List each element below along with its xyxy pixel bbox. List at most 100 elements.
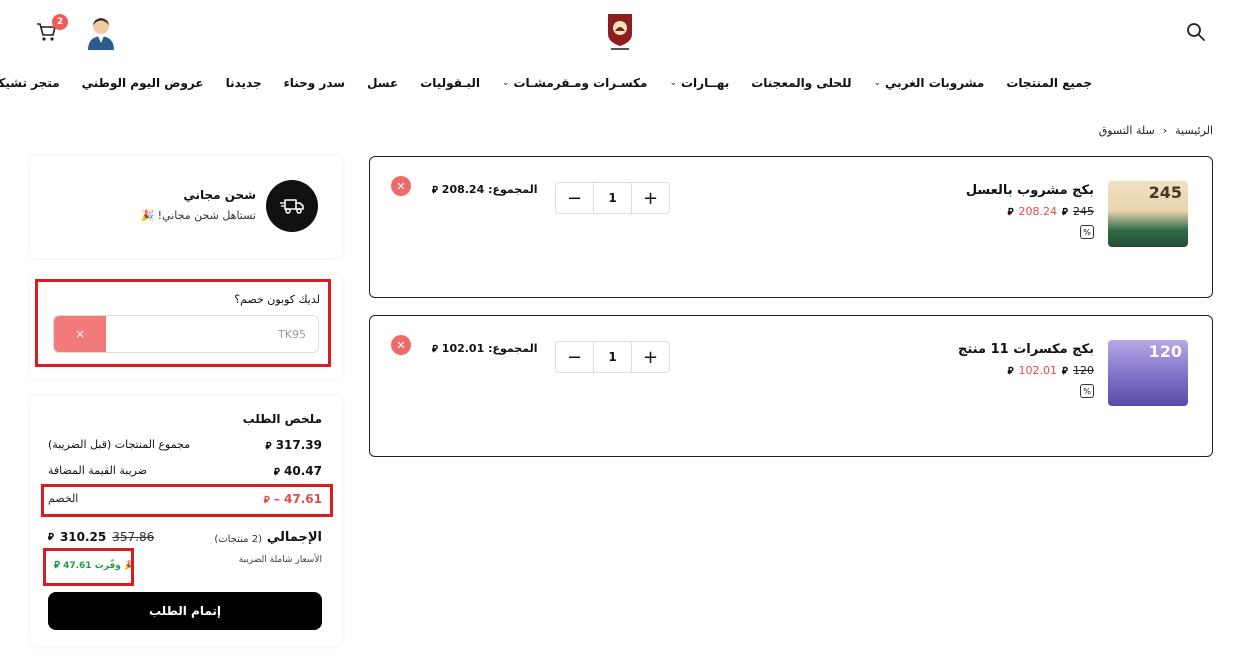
product-name[interactable]: بكج مكسرات 11 منتج [958,342,1094,357]
item-total-value: 208.24 [441,183,485,196]
breadcrumb-current: سلة التسوق [1098,124,1155,137]
item-total-value: 102.01 [441,342,485,355]
clear-coupon-button[interactable]: × [54,316,106,352]
currency-icon: ⃁ [1062,366,1068,377]
item-total: المجموع: 208.24 ⃁ [432,183,537,196]
nav-item-sidr-henna[interactable]: سدر وحناء [284,76,345,90]
thumbnail-price-text: 120 [1148,342,1182,361]
increase-button[interactable]: + [632,183,669,213]
discount-amount: – 47.61 [273,492,322,506]
savings-badge: 🎉 وفّرت 47.61 ⃁ [54,558,135,571]
total-old-value: 357.86 [112,530,155,544]
currency-icon: ⃁ [432,344,438,355]
store-logo[interactable] [606,12,634,52]
shipping-subtitle: تستاهل شحن مجاني! 🎉 [140,209,256,222]
nav-item-legumes[interactable]: البـقوليات [420,76,480,90]
decrease-button[interactable]: − [556,342,593,372]
subtotal-label: مجموع المنتجات (قبل الضريبة) [48,438,191,451]
discount-row: الخصم ⃁ – 47.61 [48,492,322,506]
nav-item-label: جميع المنتجات [1006,76,1092,90]
nav-item-national-day[interactable]: عروض اليوم الوطني [82,76,204,90]
chevron-down-icon: ⌄ [669,78,677,88]
thumbnail-price-text: 245 [1148,183,1182,202]
discount-label: الخصم [48,492,79,505]
old-price: 120 [1073,364,1094,377]
breadcrumb-home[interactable]: الرئيسية [1175,124,1213,137]
decrease-button[interactable]: − [556,183,593,213]
nav-item-drinks[interactable]: مشروبات الغربي ⌄ [873,76,984,90]
tax-inclusive-note: الأسعار شاملة الضريبة [238,555,322,565]
product-thumbnail[interactable]: 245 [1108,181,1188,247]
price-row: 245 ⃁ 208.24 ⃁ [1008,205,1094,218]
nav-item-label: عروض اليوم الوطني [81,76,204,90]
discount-value: ⃁ – 47.61 [264,492,322,506]
nav-item-label: للحلى والمعجنات [751,76,852,90]
item-total-label: المجموع: [488,183,538,196]
search-icon[interactable] [1186,22,1206,42]
chevron-down-icon: ⌄ [873,78,882,88]
nav-item-label: البـقوليات [420,76,480,90]
subtotal-row: مجموع المنتجات (قبل الضريبة) ⃁ 317.39 [48,438,322,452]
nav-item-tchiki-store[interactable]: متجر تشيكي [0,76,60,90]
remove-item-button[interactable]: ✕ [391,335,411,355]
currency-icon: ⃁ [1007,366,1014,377]
currency-icon: ⃁ [263,495,270,506]
currency-icon: ⃁ [265,441,272,452]
nav-item-sweets[interactable]: للحلى والمعجنات [751,76,851,90]
breadcrumb: الرئيسية › سلة التسوق [1099,124,1213,137]
free-shipping-card: شحن مجاني تستاهل شحن مجاني! 🎉 [30,156,342,258]
coupon-card: لديك كوبون خصم؟ × [30,275,342,379]
cart-count-badge: 2 [52,14,68,30]
old-price: 245 [1073,205,1094,218]
nav-item-label: جديدنا [225,76,262,90]
currency-icon: ⃁ [54,560,60,571]
nav-item-honey[interactable]: عسل [367,76,398,90]
user-avatar[interactable] [86,16,116,50]
checkout-button[interactable]: إتمام الطلب [48,592,322,630]
chevron-down-icon: ⌄ [501,78,510,88]
product-name[interactable]: بكج مشروب بالعسل [966,183,1094,198]
item-total-label: المجموع: [488,342,538,355]
quantity-stepper: − 1 + [555,341,670,373]
subtotal-value: ⃁ 317.39 [266,438,322,452]
nav-item-label: بهــارات [680,76,730,90]
nav-item-label: سدر وحناء [283,76,346,90]
vat-amount: 40.47 [284,464,322,478]
nav-item-spices[interactable]: بهــارات ⌄ [669,76,729,90]
nav-item-label: مشروبات الغربي [885,76,985,90]
site-header: 2 [0,0,1237,70]
quantity-stepper: − 1 + [555,182,670,214]
item-total: المجموع: 102.01 ⃁ [432,342,537,355]
total-label: الإجمالي [266,530,322,545]
nav-item-label: عسل [367,76,399,90]
vat-label: ضريبة القيمة المضافة [48,464,148,477]
price-row: 120 ⃁ 102.01 ⃁ [1008,364,1094,377]
nav-item-new[interactable]: جديدنا [226,76,262,90]
vat-value: ⃁ 40.47 [274,464,322,478]
nav-item-nuts[interactable]: مكسـرات ومـقرمشـات ⌄ [502,76,647,90]
tax-icon: % [1080,225,1094,239]
quantity-value[interactable]: 1 [593,342,632,372]
increase-button[interactable]: + [632,342,669,372]
new-price: 102.01 [1018,364,1058,377]
coupon-input[interactable] [106,316,318,352]
cart-item: 120 بكج مكسرات 11 منتج 120 ⃁ 102.01 ⃁ % … [369,315,1213,457]
new-price: 208.24 [1018,205,1058,218]
product-thumbnail[interactable]: 120 [1108,340,1188,406]
currency-icon: ⃁ [273,467,280,478]
nav-item-label: متجر تشيكي [0,76,60,90]
total-item-count: (2 منتجات) [214,534,262,545]
shipping-truck-icon [266,180,318,232]
tax-icon: % [1080,384,1094,398]
total-value: 310.25 [59,530,107,544]
quantity-value[interactable]: 1 [593,183,632,213]
nav-item-all-products[interactable]: جميع المنتجات [1006,76,1092,90]
order-summary-card: ملخص الطلب مجموع المنتجات (قبل الضريبة) … [30,396,342,646]
coupon-field: × [53,315,319,353]
currency-icon: ⃁ [432,185,438,196]
currency-icon: ⃁ [48,532,54,543]
remove-item-button[interactable]: ✕ [391,176,411,196]
main-nav: متجر تشيكي عروض اليوم الوطني جديدنا سدر … [0,76,1092,90]
subtotal-amount: 317.39 [275,438,322,452]
coupon-title: لديك كوبون خصم؟ [234,293,320,306]
